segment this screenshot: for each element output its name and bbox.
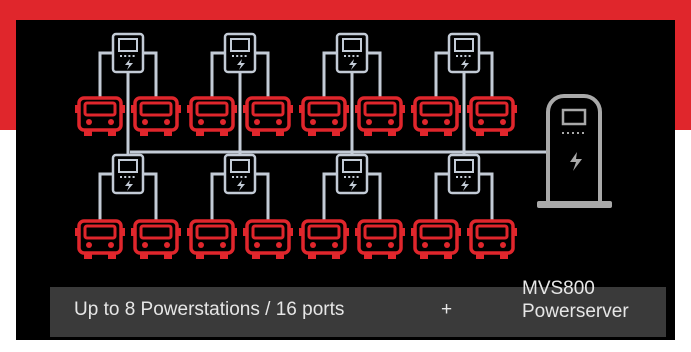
powerstation-icon (223, 32, 257, 74)
bus-icon (411, 96, 461, 136)
powerstation-icon (223, 153, 257, 195)
powerstation-icon (447, 153, 481, 195)
powerstation-icon (447, 32, 481, 74)
bus-icon (243, 96, 293, 136)
station-bus-cable (322, 172, 337, 221)
bus-icon (187, 96, 237, 136)
station-bus-cable (434, 51, 449, 98)
bus-icon (75, 219, 125, 259)
station-bus-cable (322, 51, 337, 98)
bus-icon (243, 219, 293, 259)
powerserver-caption: MVS800 Powerserver (522, 277, 629, 323)
station-bus-cable (479, 172, 494, 221)
bus-icon (355, 219, 405, 259)
bus-icon (299, 219, 349, 259)
powerstations-caption: Up to 8 Powerstations / 16 ports (74, 299, 345, 320)
bus-icon (75, 96, 125, 136)
bus-icon (355, 96, 405, 136)
powerserver-model: MVS800 (522, 278, 595, 299)
station-bus-cable (479, 51, 494, 98)
station-bus-cable (434, 172, 449, 221)
powerserver-name: Powerserver (522, 301, 629, 322)
bus-icon (187, 219, 237, 259)
bus-icon (467, 219, 517, 259)
bus-icon (411, 219, 461, 259)
bus-icon (131, 219, 181, 259)
station-bus-cable (210, 51, 225, 98)
powerstation-icon (335, 32, 369, 74)
bus-icon (299, 96, 349, 136)
station-bus-cable (98, 172, 113, 221)
station-bus-cable (255, 172, 270, 221)
powerstation-icon (335, 153, 369, 195)
diagram-stage: Up to 8 Powerstations / 16 ports + MVS80… (0, 0, 691, 352)
station-bus-cable (255, 51, 270, 98)
station-bus-cable (143, 51, 158, 98)
powerstation-icon (111, 153, 145, 195)
powerstation-icon (111, 32, 145, 74)
bus-icon (131, 96, 181, 136)
station-bus-cable (367, 51, 382, 98)
bus-icon (467, 96, 517, 136)
station-bus-cable (143, 172, 158, 221)
station-bus-cable (98, 51, 113, 98)
station-bus-cable (210, 172, 225, 221)
plus-sign: + (441, 299, 453, 320)
powerserver-icon (537, 94, 612, 208)
station-bus-cable (367, 172, 382, 221)
